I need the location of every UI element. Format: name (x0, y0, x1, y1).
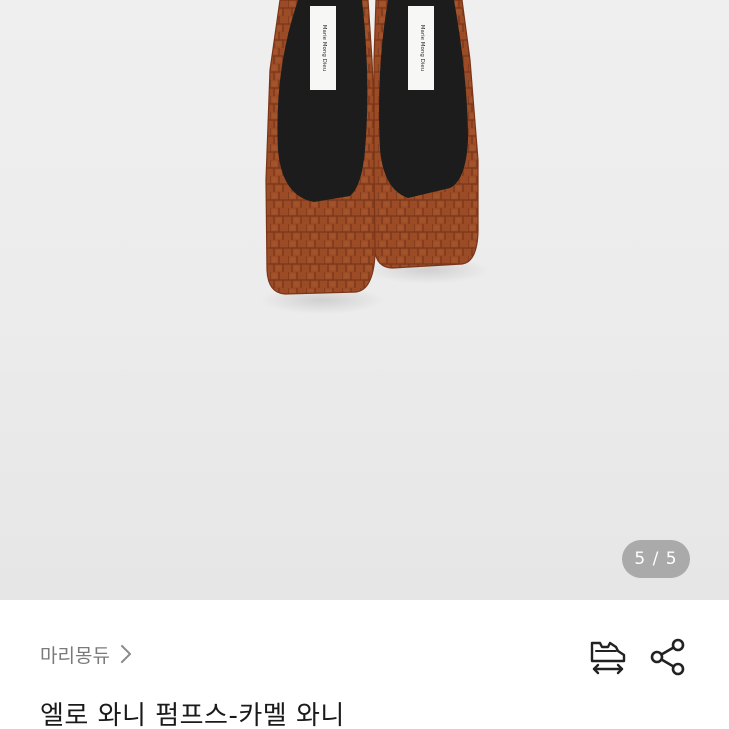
brand-link[interactable]: 마리몽듀 (40, 640, 134, 668)
chevron-right-icon (120, 645, 131, 663)
svg-text:Marie Mong Dieu: Marie Mong Dieu (419, 25, 425, 72)
svg-text:Marie Mong Dieu: Marie Mong Dieu (321, 25, 327, 72)
product-title: 엘로 와니 펌프스-카멜 와니 (40, 701, 345, 729)
share-icon (650, 638, 685, 676)
product-image-gallery[interactable]: Marie Mong Dieu Marie Mong Dieu 5 / 5 (0, 0, 729, 600)
left-shoe: Marie Mong Dieu (265, 0, 378, 295)
size-guide-button[interactable] (586, 637, 630, 677)
product-photo: Marie Mong Dieu Marie Mong Dieu (260, 0, 490, 314)
right-shoe: Marie Mong Dieu (373, 0, 479, 269)
brand-name: 마리몽듀 (40, 644, 110, 667)
share-button[interactable] (648, 637, 688, 677)
shoe-size-icon (590, 641, 626, 675)
page-indicator: 5 / 5 (622, 540, 690, 578)
